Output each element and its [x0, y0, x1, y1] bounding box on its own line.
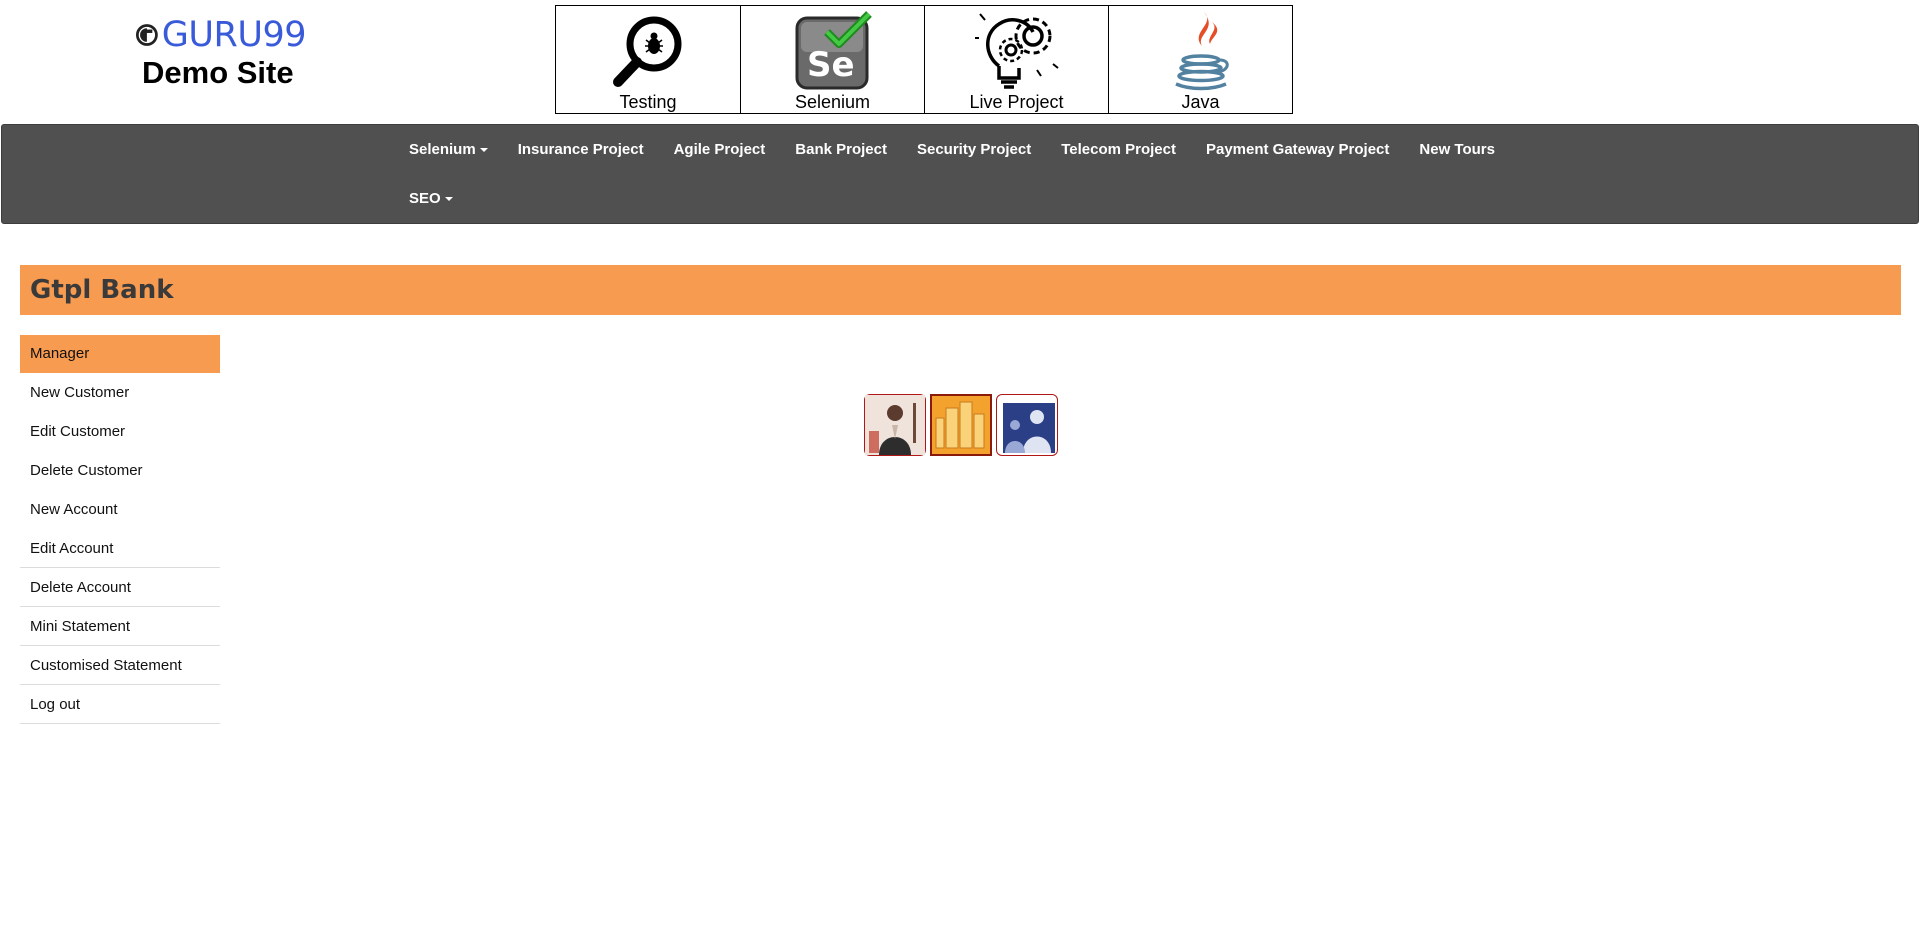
sidebar-item-delete-customer[interactable]: Delete Customer	[20, 451, 220, 490]
site-header: GURU99 Demo Site Testing Se Selenium Liv…	[0, 0, 1920, 122]
svg-text:Se: Se	[807, 45, 855, 85]
course-tiles: Testing Se Selenium Live Project Java	[555, 5, 1293, 114]
nav-label: SEO	[409, 190, 441, 207]
sidebar-item-manager[interactable]: Manager	[20, 335, 220, 373]
logo-subtitle: Demo Site	[142, 55, 294, 90]
people-photo	[1003, 403, 1055, 453]
java-cup-icon	[1174, 12, 1229, 91]
sidebar-item-edit-customer[interactable]: Edit Customer	[20, 412, 220, 451]
sidebar-item-edit-account[interactable]: Edit Account	[20, 529, 220, 568]
nav-security-project[interactable]: Security Project	[902, 125, 1046, 174]
nav-agile-project[interactable]: Agile Project	[659, 125, 781, 174]
nav-seo-dropdown[interactable]: SEO	[394, 174, 468, 223]
tile-java[interactable]: Java	[1108, 6, 1292, 113]
main-navbar: Selenium Insurance Project Agile Project…	[1, 124, 1919, 224]
sidebar-item-new-customer[interactable]: New Customer	[20, 373, 220, 412]
navbar-row-1: Selenium Insurance Project Agile Project…	[394, 125, 1510, 174]
nav-telecom-project[interactable]: Telecom Project	[1046, 125, 1191, 174]
sidebar-item-mini-statement[interactable]: Mini Statement	[20, 607, 220, 646]
bank-banner: Gtpl Bank	[20, 265, 1901, 315]
nav-label: Selenium	[409, 141, 476, 158]
tile-testing[interactable]: Testing	[556, 6, 740, 113]
nav-selenium-dropdown[interactable]: Selenium	[394, 125, 503, 174]
nav-payment-gateway-project[interactable]: Payment Gateway Project	[1191, 125, 1404, 174]
businessman-image	[865, 395, 925, 455]
page-title: Gtpl Bank	[30, 275, 174, 305]
bank-hero-images	[864, 394, 1058, 456]
tile-label: Selenium	[794, 92, 871, 112]
selenium-check-icon: Se	[795, 11, 872, 90]
tile-label: Live Project	[969, 92, 1064, 112]
nav-insurance-project[interactable]: Insurance Project	[503, 125, 659, 174]
tile-selenium[interactable]: Se Selenium	[740, 6, 924, 113]
guru99-logo[interactable]: GURU99 Demo Site	[136, 15, 307, 91]
coins-stack-image	[930, 394, 992, 456]
sidebar-item-new-account[interactable]: New Account	[20, 490, 220, 529]
caret-down-icon	[444, 197, 453, 202]
navbar-row-2: SEO	[394, 174, 468, 223]
magnifier-bug-icon	[613, 16, 682, 87]
logo-brand-text: GURU99	[161, 15, 307, 55]
businessman-phone-image	[864, 394, 926, 456]
coins-image	[932, 396, 990, 454]
sidebar-item-log-out[interactable]: Log out	[20, 685, 220, 724]
nav-bank-project[interactable]: Bank Project	[780, 125, 902, 174]
tile-live-project[interactable]: Live Project	[924, 6, 1108, 113]
guru99-logo-icon	[136, 24, 158, 46]
nav-new-tours[interactable]: New Tours	[1404, 125, 1510, 174]
sidebar-item-delete-account[interactable]: Delete Account	[20, 568, 220, 607]
people-image	[996, 394, 1058, 456]
caret-down-icon	[479, 148, 488, 153]
sidebar-item-customised-statement[interactable]: Customised Statement	[20, 646, 220, 685]
tile-label: Testing	[619, 92, 677, 112]
lightbulb-gear-icon	[974, 13, 1059, 89]
tile-label: Java	[1181, 92, 1220, 112]
sidebar-menu: Manager New Customer Edit Customer Delet…	[20, 335, 220, 724]
